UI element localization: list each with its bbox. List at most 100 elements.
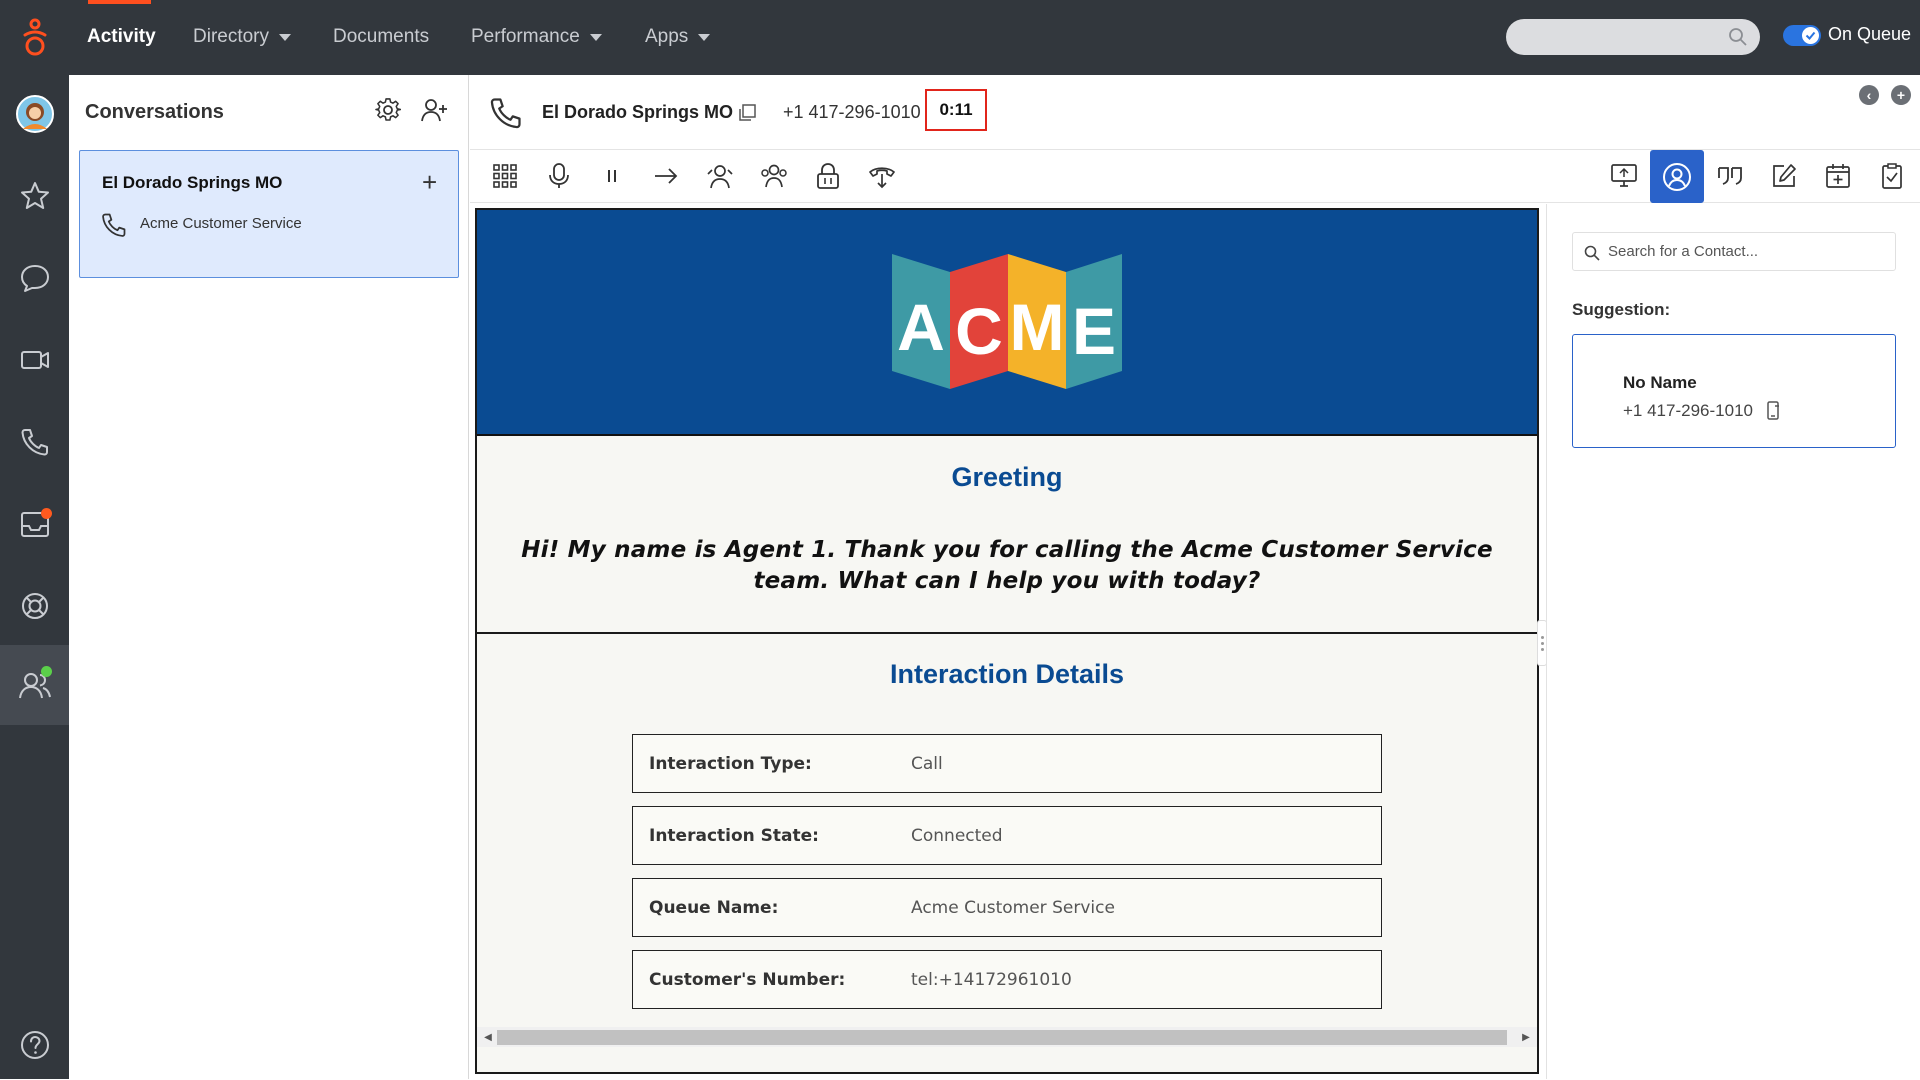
chevron-down-icon [589,33,602,41]
detail-value: Acme Customer Service [911,898,1115,918]
hold-icon[interactable] [592,158,632,194]
inbox-icon[interactable] [0,489,69,559]
nav-apps[interactable]: Apps [645,23,711,51]
genesys-logo-icon[interactable] [18,17,52,57]
scrollbar-thumb[interactable] [497,1030,1507,1045]
phone-icon [488,95,524,131]
contact-panel: Suggestion: No Name +1 417-296-1010 [1546,204,1920,1079]
conversation-card-queue: Acme Customer Service [140,215,302,232]
interaction-header: El Dorado Springs MO +1 417-296-1010 0:1… [470,75,1920,150]
edit-notes-icon[interactable] [1764,158,1804,194]
conversation-card-title: El Dorado Springs MO [102,173,283,192]
contact-icon[interactable] [1650,150,1704,203]
conversations-title: Conversations [85,101,224,123]
search-icon[interactable] [1728,27,1748,47]
call-timer: 0:11 [925,89,987,131]
help-center-icon[interactable] [0,571,69,641]
call-timer-value: 0:11 [939,100,973,119]
detail-row: Customer's Number: tel:+14172961010 [632,950,1382,1009]
conversation-card[interactable]: El Dorado Springs MO + Acme Customer Ser… [79,150,459,278]
horizontal-scrollbar[interactable]: ◀ ▶ [477,1027,1537,1047]
nav-documents[interactable]: Documents [333,23,429,51]
copy-icon[interactable] [737,103,757,123]
conference-icon[interactable] [754,158,794,194]
mobile-phone-icon [1766,401,1780,421]
detail-value: Connected [911,826,1003,846]
nav-directory-label: Directory [193,26,270,47]
plus-circle-icon[interactable]: + [1891,85,1911,105]
chat-icon[interactable] [0,243,69,313]
call-controls-toolbar [470,150,1920,203]
search-icon [1584,245,1600,261]
detail-value: Call [911,754,943,774]
logo-letter-e: E [1072,294,1116,368]
acme-logo: A C M E [892,254,1122,389]
scroll-left-arrow-icon[interactable]: ◀ [481,1030,495,1044]
user-avatar[interactable] [0,79,69,149]
greeting-title: Greeting [951,462,1063,492]
suggestion-label: Suggestion: [1572,300,1671,319]
phone-icon [100,211,128,239]
detail-row: Interaction State: Connected [632,806,1382,865]
microphone-icon[interactable] [539,158,579,194]
plus-icon[interactable]: + [422,169,437,195]
active-tab-indicator [88,0,151,4]
add-participant-icon[interactable] [421,97,449,123]
screen-share-icon[interactable] [1604,158,1644,194]
top-navigation-bar: Activity Directory Documents Performance… [0,0,1920,75]
script-icon[interactable] [1710,158,1750,194]
logo-letter-m: M [1010,290,1065,364]
interaction-phone-number: +1 417-296-1010 [783,102,921,122]
chevron-down-icon [279,33,292,41]
settings-gear-icon[interactable] [375,97,401,123]
logo-letter-a: A [897,290,945,364]
detail-label: Customer's Number: [649,970,846,990]
detail-label: Interaction Type: [649,754,812,774]
logo-letter-c: C [955,294,1003,368]
chevron-down-icon [698,33,711,41]
global-search-input[interactable] [1506,19,1760,55]
presence-dot [41,666,52,677]
disconnect-icon[interactable] [862,158,902,194]
agent-script-panel: A C M E Greeting Hi! My name is Agent 1.… [475,208,1539,1074]
script-banner: A C M E [477,210,1537,436]
chevron-left-icon[interactable]: ‹ [1859,85,1879,105]
on-queue-label: On Queue [1828,24,1912,44]
interaction-name: El Dorado Springs MO [542,102,734,122]
detail-value: tel:+14172961010 [911,970,1072,990]
detail-row: Interaction Type: Call [632,734,1382,793]
consult-icon[interactable] [700,158,740,194]
schedule-callback-icon[interactable] [1818,158,1858,194]
nav-documents-label: Documents [333,26,430,47]
suggestion-name: No Name [1623,373,1697,392]
help-icon[interactable] [0,1010,69,1080]
section-divider [477,632,1537,634]
detail-label: Queue Name: [649,898,779,918]
secure-pause-icon[interactable] [808,158,848,194]
suggestion-number: +1 417-296-1010 [1623,401,1753,420]
nav-activity-label: Activity [87,26,156,47]
interaction-details-title: Interaction Details [889,659,1125,689]
people-icon[interactable] [0,645,69,725]
suggestion-card[interactable]: No Name +1 417-296-1010 [1572,334,1896,448]
detail-label: Interaction State: [649,826,819,846]
nav-performance[interactable]: Performance [471,23,602,51]
nav-activity[interactable]: Activity [87,23,156,51]
nav-performance-label: Performance [471,26,580,47]
conversations-panel: Conversations El Dorado Springs MO + Acm… [69,75,469,1079]
wrap-up-icon[interactable] [1872,158,1912,194]
contact-search-input[interactable] [1572,232,1896,271]
favorites-icon[interactable] [0,161,69,231]
scroll-right-arrow-icon[interactable]: ▶ [1519,1030,1533,1044]
dialpad-icon[interactable] [485,158,525,194]
notification-dot [41,508,52,519]
on-queue-toggle[interactable] [1783,25,1821,46]
greeting-text: Hi! My name is Agent 1. Thank you for ca… [521,537,1493,594]
nav-directory[interactable]: Directory [193,23,292,51]
nav-apps-label: Apps [645,26,689,47]
detail-row: Queue Name: Acme Customer Service [632,878,1382,937]
phone-icon[interactable] [0,407,69,477]
transfer-icon[interactable] [646,158,686,194]
video-icon[interactable] [0,325,69,395]
left-sidebar [0,75,69,1079]
